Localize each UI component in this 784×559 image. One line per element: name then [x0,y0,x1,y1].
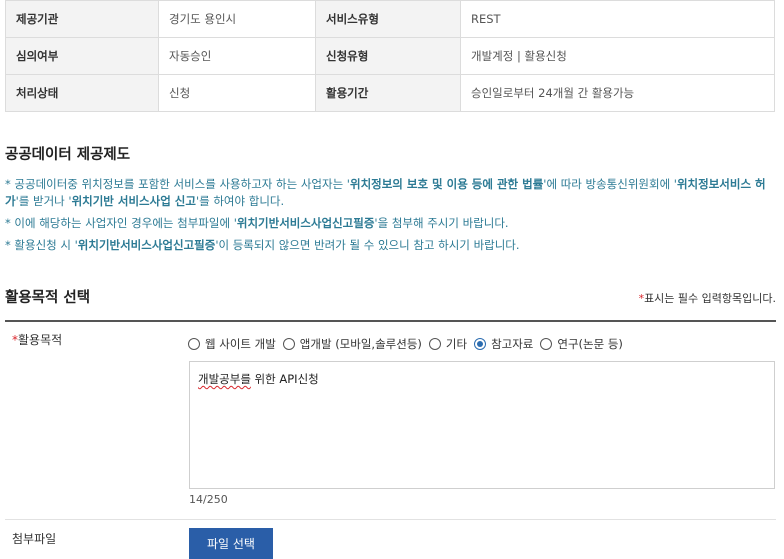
required-note: *표시는 필수 입력항목입니다. [639,290,776,306]
purpose-section-title: 활용목적 선택 [5,290,91,306]
purpose-radio-group: 웹 사이트 개발 앱개발 (모바일,솔루션등) 기타 참고자료 연구(논문 등) [188,336,630,352]
attach-label: 첨부파일 [12,532,57,546]
api-info-table: 제공기관 경기도 용인시 서비스유형 REST 심의여부 자동승인 신청유형 개… [5,0,775,112]
notice-text: '에 따라 방송통신위원회에 ' [543,177,677,191]
radio-circle-checked[interactable] [474,338,487,350]
radio-label: 기타 [445,337,468,351]
radio-research[interactable]: 연구(논문 등) [540,336,623,352]
info-value: 승인일로부터 24개월 간 활용가능 [460,74,775,112]
info-value: REST [460,0,775,38]
char-counter: 14/250 [189,493,228,506]
info-label: 처리상태 [5,74,159,112]
info-value: 경기도 용인시 [158,0,316,38]
notice-text: '를 받거나 ' [15,194,72,208]
notice-text: '이 등록되지 않으면 반려가 될 수 있으니 참고 하시기 바랍니다. [215,238,520,252]
radio-circle[interactable] [282,338,295,350]
misspelled-word: 개발공부를 [198,372,251,386]
notice-emphasis: 위치기반 서비스사업 신고 [71,194,196,208]
notice-location-law: * 공공데이터중 위치정보를 포함한 서비스를 사용하고자 하는 사업자는 '위… [5,176,775,210]
info-label: 서비스유형 [315,0,461,38]
section-divider [5,320,776,322]
info-label: 활용기간 [315,74,461,112]
radio-reference[interactable]: 참고자료 [474,336,533,352]
policy-title: 공공데이터 제공제도 [5,147,131,163]
radio-circle[interactable] [188,338,200,350]
info-row: 제공기관 경기도 용인시 서비스유형 REST [5,0,775,38]
radio-label: 앱개발 (모바일,솔루션등) [299,337,422,351]
purpose-textarea[interactable]: 개발공부를 위한 API신청 [189,361,775,489]
required-note-text: 표시는 필수 입력항목입니다. [644,292,776,305]
notice-attach: * 이에 해당하는 사업자인 경우에는 첨부파일에 '위치기반서비스사업신고필증… [5,215,775,232]
radio-label: 연구(논문 등) [557,337,623,351]
file-select-button[interactable]: 파일 선택 [189,528,273,559]
notice-reject: * 활용신청 시 '위치기반서비스사업신고필증'이 등록되지 않으면 반려가 될… [5,237,775,254]
purpose-label: *활용목적 [12,331,62,348]
info-value: 신청 [158,74,316,112]
radio-label: 참고자료 [491,337,534,351]
info-label: 신청유형 [315,37,461,75]
info-value: 자동승인 [158,37,316,75]
radio-etc[interactable]: 기타 [428,336,468,352]
notice-text: * 활용신청 시 ' [5,238,78,252]
info-row: 심의여부 자동승인 신청유형 개발계정 | 활용신청 [5,37,775,75]
textarea-text: 위한 API신청 [250,372,319,386]
info-value: 개발계정 | 활용신청 [460,37,775,75]
info-row: 처리상태 신청 활용기간 승인일로부터 24개월 간 활용가능 [5,74,775,112]
notice-text: * 이에 해당하는 사업자인 경우에는 첨부파일에 ' [5,216,237,230]
radio-website[interactable]: 웹 사이트 개발 [188,336,276,352]
purpose-label-text: 활용목적 [18,333,63,347]
info-label: 심의여부 [5,37,159,75]
notice-text: * 공공데이터중 위치정보를 포함한 서비스를 사용하고자 하는 사업자는 ' [5,177,350,191]
notice-emphasis: 위치정보의 보호 및 이용 등에 관한 법률 [349,177,544,191]
row-divider [5,519,776,520]
notice-text: '를 하여야 합니다. [195,194,285,208]
radio-circle[interactable] [428,338,441,350]
notice-emphasis: 위치기반서비스사업신고필증 [236,216,375,230]
notice-emphasis: 위치기반서비스사업신고필증 [77,238,216,252]
radio-circle[interactable] [540,338,553,350]
radio-label: 웹 사이트 개발 [205,337,276,351]
radio-app[interactable]: 앱개발 (모바일,솔루션등) [282,336,422,352]
notice-text: '을 첨부해 주시기 바랍니다. [374,216,509,230]
info-label: 제공기관 [5,0,159,38]
